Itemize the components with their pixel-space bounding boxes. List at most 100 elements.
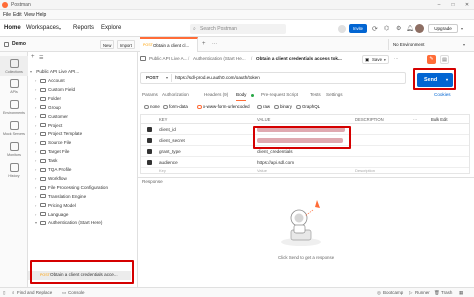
folder-row[interactable]: ▾ Authentication (Start Here) [35,219,145,228]
folder-row[interactable]: › File Processing Configuration [35,184,145,193]
folder-row[interactable]: › Task [35,157,145,166]
nav-home[interactable]: Home [4,20,21,37]
folder-row[interactable]: › Folder [35,95,145,104]
rail-environments[interactable]: Environments [0,100,28,115]
add-tab-button[interactable]: + [202,37,206,52]
team-icon[interactable] [338,25,346,33]
nav-reports[interactable]: Reports [73,20,94,37]
radio-graphql[interactable]: GraphQL [296,102,320,111]
tab-headers[interactable]: Headers (9) [204,90,228,100]
trash-link[interactable]: Trash [441,288,452,297]
folder-row[interactable]: › TQA Profile [35,166,145,175]
param-key[interactable]: audience [159,157,249,168]
tab-params[interactable]: Params [142,90,158,100]
tab-authorization[interactable]: Authorization [162,90,189,100]
folder-row[interactable]: › Project Template [35,130,145,139]
avatar[interactable] [415,24,424,33]
rail-collections[interactable]: Collections [0,56,28,76]
param-key[interactable]: client_secret [159,135,249,146]
more-columns-icon[interactable]: ··· [413,115,417,124]
folder-row[interactable]: › Account [35,77,145,86]
satellite-icon[interactable]: ⌬ [384,21,389,38]
tab-request[interactable]: POST Obtain a client cl... [140,37,198,52]
upgrade-button[interactable]: Upgrade [428,24,458,33]
cookies-link[interactable]: Cookies [434,90,451,100]
folder-row[interactable]: › Workflow [35,175,145,184]
folder-row[interactable]: › Customer [35,113,145,122]
rail-history[interactable]: History [0,163,28,178]
import-button[interactable]: Import [117,40,135,49]
folder-row[interactable]: › Custom Field [35,86,145,95]
console-link[interactable]: Console [68,288,85,297]
param-key[interactable]: grant_type [159,146,249,157]
breadcrumb-collection[interactable]: Public API Live A... [149,52,188,66]
param-value[interactable]: https://api.sdl.com [257,157,347,168]
more-actions-icon[interactable]: ··· [394,52,399,66]
edit-icon[interactable]: ✎ [427,55,436,64]
find-replace-link[interactable]: Find and Replace [17,288,52,297]
runner-link[interactable]: Runner [415,288,430,297]
sync-icon[interactable]: ⟳ [372,21,378,38]
more-tabs-icon[interactable]: ··· [212,37,217,52]
nav-workspaces[interactable]: Workspaces [26,20,59,37]
layout-icon[interactable]: ▦ [459,288,463,297]
bootcamp-link[interactable]: Bootcamp [383,288,403,297]
folder-row[interactable]: › Source File [35,139,145,148]
menu-edit[interactable]: Edit [13,10,22,20]
environment-selector[interactable]: No Environment ▾ [388,39,470,50]
row-checkbox[interactable] [147,160,152,165]
radio-binary[interactable]: binary [274,102,292,111]
folder-icon [40,123,46,128]
notifications-icon[interactable]: 🔔︎ [406,21,414,38]
filter-icon[interactable]: ☰ [39,55,43,61]
folder-row[interactable]: › Translation Engine [35,193,145,202]
minimize-button[interactable]: – [433,0,445,10]
folder-row[interactable]: › Pricing Model [35,202,145,211]
rail-mock-servers[interactable]: Mock Servers [0,121,28,136]
collection-row[interactable]: ▾ Public API Live API... [30,68,140,77]
menu-help[interactable]: Help [36,10,46,20]
workspace-icon [4,42,9,47]
folder-label: Target File [48,149,70,155]
bulk-edit-link[interactable]: Bulk Edit [431,115,448,124]
tab-body[interactable]: Body [236,90,247,101]
key-placeholder[interactable]: Key [159,168,166,174]
settings-icon[interactable]: ⚙ [396,21,401,38]
param-key[interactable]: client_id [159,124,249,135]
row-checkbox[interactable] [147,127,152,132]
description-placeholder[interactable]: Description [355,168,375,174]
method-select[interactable]: POST [146,73,159,83]
row-checkbox[interactable] [147,149,152,154]
add-collection-button[interactable]: + [31,54,35,60]
radio-none[interactable]: none [144,102,160,111]
invite-button[interactable]: Invite [349,24,367,33]
workspace-name[interactable]: Demo [12,37,26,52]
value-placeholder[interactable]: Value [257,168,267,174]
tab-tests[interactable]: Tests [310,90,321,100]
search-box[interactable]: ⌕ Search Postman [190,24,286,34]
radio-urlencoded[interactable]: x-www-form-urlencoded [197,102,250,111]
folder-row[interactable]: › Language [35,211,145,220]
nav-explore[interactable]: Explore [101,20,121,37]
new-button[interactable]: New [100,40,115,49]
tab-pre-request-script[interactable]: Pre-request Script [261,90,298,100]
comment-icon[interactable]: ▤ [440,55,449,64]
tab-settings[interactable]: Settings [326,90,343,100]
rail-monitors[interactable]: Monitors [0,142,28,157]
radio-raw[interactable]: raw [257,102,270,111]
url-input[interactable]: https://sdl-prod.eu.auth0.com/oauth/toke… [175,73,395,83]
folder-row[interactable]: › Project [35,122,145,131]
sidebar-toggle-icon[interactable]: ▯ [3,288,5,297]
save-button[interactable]: ▣ Save ▾ [362,55,389,64]
breadcrumb-folder[interactable]: Authentication (Start He... [193,52,246,66]
radio-form-data[interactable]: form-data [163,102,188,111]
folder-label: Language [48,211,69,217]
menu-view[interactable]: View [24,10,35,20]
folder-row[interactable]: › Group [35,104,145,113]
rail-apis[interactable]: APIs [0,79,28,94]
close-window-button[interactable]: ✕ [461,0,473,10]
row-checkbox[interactable] [147,138,152,143]
maximize-button[interactable]: □ [447,0,459,10]
menu-file[interactable]: File [3,10,11,20]
folder-row[interactable]: › Target File [35,148,145,157]
